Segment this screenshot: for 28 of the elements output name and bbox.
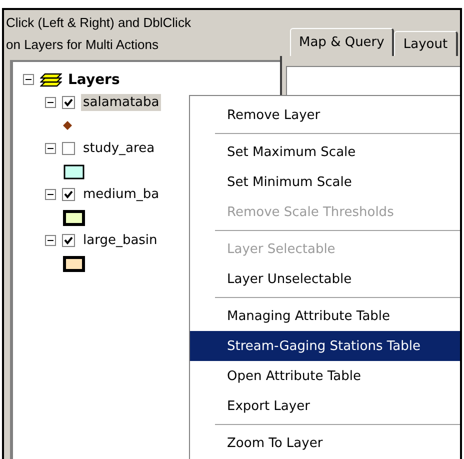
collapse-icon[interactable]: [45, 235, 56, 246]
menu-item[interactable]: Remove Layer: [190, 100, 460, 130]
menu-item[interactable]: Zoom To Layer: [190, 428, 460, 458]
checkbox[interactable]: [62, 188, 75, 201]
checkbox[interactable]: [62, 142, 75, 155]
layers-icon: [40, 72, 62, 88]
tree-root-label[interactable]: Layers: [68, 72, 120, 88]
tab[interactable]: Layout: [394, 31, 458, 56]
checkbox[interactable]: [62, 96, 75, 109]
menu-item[interactable]: Managing Attribute Table: [190, 301, 460, 331]
collapse-icon[interactable]: [23, 74, 34, 85]
layer-label[interactable]: study_area: [81, 140, 157, 157]
tab[interactable]: Map & Query: [290, 28, 394, 56]
menu-item[interactable]: Set Minimum Scale: [190, 167, 460, 197]
menu-item[interactable]: Export Layer: [190, 391, 460, 421]
layer-label[interactable]: medium_ba: [81, 186, 162, 203]
checkbox[interactable]: [62, 234, 75, 247]
collapse-icon[interactable]: [45, 97, 56, 108]
collapse-icon[interactable]: [45, 143, 56, 154]
menu-item[interactable]: Open Attribute Table: [190, 361, 460, 391]
instruction-text: on Layers for Multi Actions: [6, 36, 160, 54]
layer-label[interactable]: large_basin: [81, 232, 160, 249]
menu-item[interactable]: Set Maximum Scale: [190, 137, 460, 167]
menu-item[interactable]: Layer Unselectable: [190, 264, 460, 294]
collapse-icon[interactable]: [45, 189, 56, 200]
layer-label[interactable]: salamataba: [81, 94, 162, 111]
instruction-text: Click (Left & Right) and DblClick: [6, 14, 192, 32]
menu-item[interactable]: Stream-Gaging Stations Table: [190, 331, 460, 361]
